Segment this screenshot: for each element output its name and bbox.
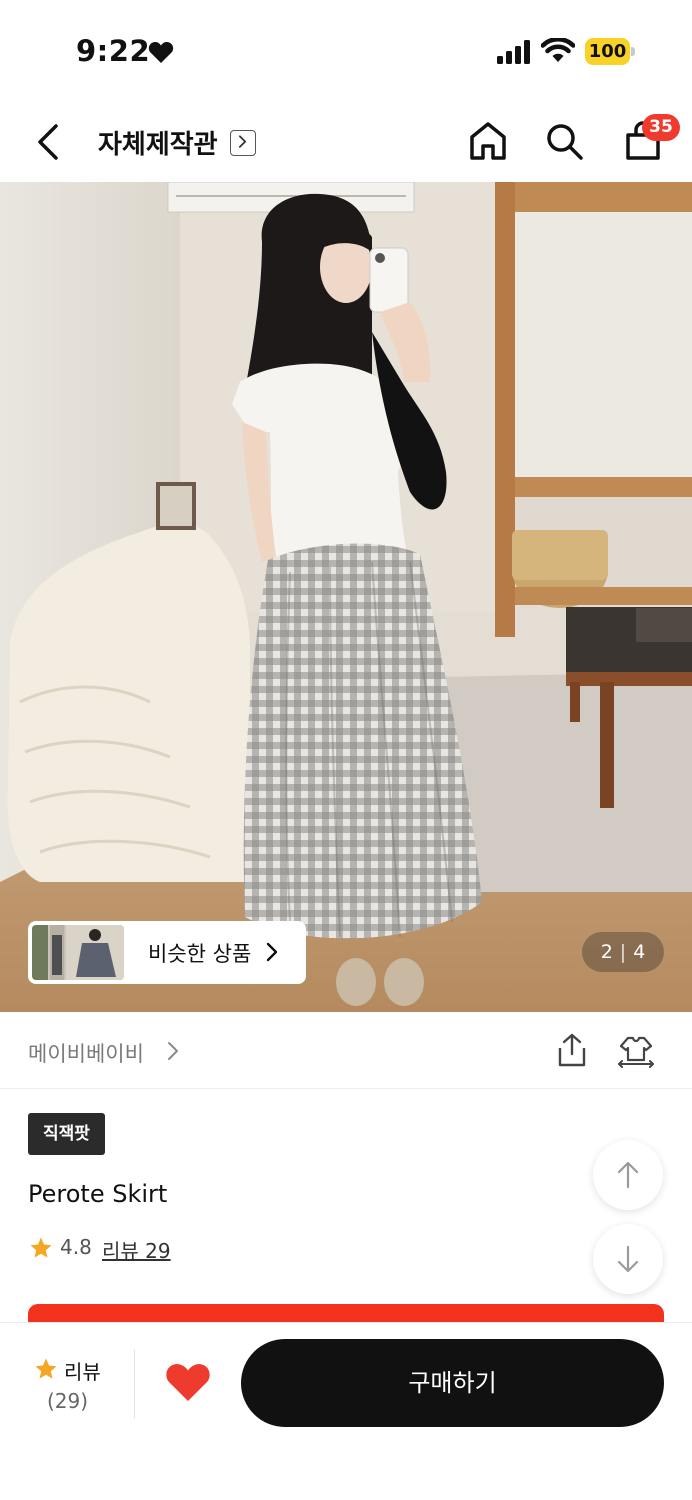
battery-level: 100 xyxy=(585,38,630,65)
scroll-down-button[interactable] xyxy=(593,1224,663,1294)
scroll-up-button[interactable] xyxy=(593,1140,663,1210)
chevron-right-icon xyxy=(266,942,278,962)
brand-name-link[interactable]: 메이비베이비 xyxy=(28,1038,144,1068)
review-count-link[interactable]: 리뷰 29 xyxy=(102,1235,171,1264)
heart-icon[interactable] xyxy=(165,1361,211,1403)
page-current: 2 xyxy=(600,941,613,963)
similar-products-thumbnails xyxy=(32,925,124,980)
bottom-action-bar: 리뷰 (29) 구매하기 xyxy=(0,1322,692,1500)
signal-icon xyxy=(497,40,530,64)
review-button-label[interactable]: 리뷰 xyxy=(64,1356,101,1385)
product-name: Perote Skirt xyxy=(28,1180,168,1208)
heart-status-icon xyxy=(148,41,174,63)
chevron-right-icon[interactable] xyxy=(166,1040,180,1062)
brand-row: 메이비베이비 xyxy=(0,1012,692,1089)
divider xyxy=(134,1349,135,1419)
similar-products-label: 비슷한 상품 xyxy=(148,942,252,966)
buy-button[interactable]: 구매하기 xyxy=(241,1339,664,1427)
top-nav-bar: 자체제작관 35 xyxy=(0,100,692,182)
product-photo xyxy=(0,182,692,1012)
cart-count-badge: 35 xyxy=(642,114,680,141)
product-tag-badge: 직잭팟 xyxy=(28,1113,105,1155)
star-icon xyxy=(30,1237,52,1258)
share-icon[interactable] xyxy=(554,1032,590,1068)
search-icon[interactable] xyxy=(544,120,584,162)
arrow-up-icon xyxy=(617,1161,639,1189)
star-icon xyxy=(35,1358,57,1379)
title-chevron-icon[interactable] xyxy=(230,130,256,156)
page-total: 4 xyxy=(633,941,646,963)
rating-value: 4.8 xyxy=(60,1235,92,1259)
battery-icon: 100 xyxy=(585,38,635,65)
image-page-indicator: 2 | 4 xyxy=(582,932,664,972)
back-icon[interactable] xyxy=(30,122,66,162)
fitting-icon[interactable] xyxy=(616,1034,656,1068)
arrow-down-icon xyxy=(617,1245,639,1273)
similar-products-button[interactable]: 비슷한 상품 xyxy=(28,921,306,984)
status-bar: 9:22 100 xyxy=(0,0,692,100)
battery-cap xyxy=(631,47,635,56)
review-button-count[interactable]: (29) xyxy=(47,1389,88,1413)
home-icon[interactable] xyxy=(468,120,508,162)
wifi-icon xyxy=(541,38,575,62)
status-time: 9:22 xyxy=(76,34,151,68)
page-separator: | xyxy=(619,941,627,963)
product-image-carousel[interactable]: 비슷한 상품 2 | 4 xyxy=(0,182,692,1012)
page-title[interactable]: 자체제작관 xyxy=(98,124,218,161)
